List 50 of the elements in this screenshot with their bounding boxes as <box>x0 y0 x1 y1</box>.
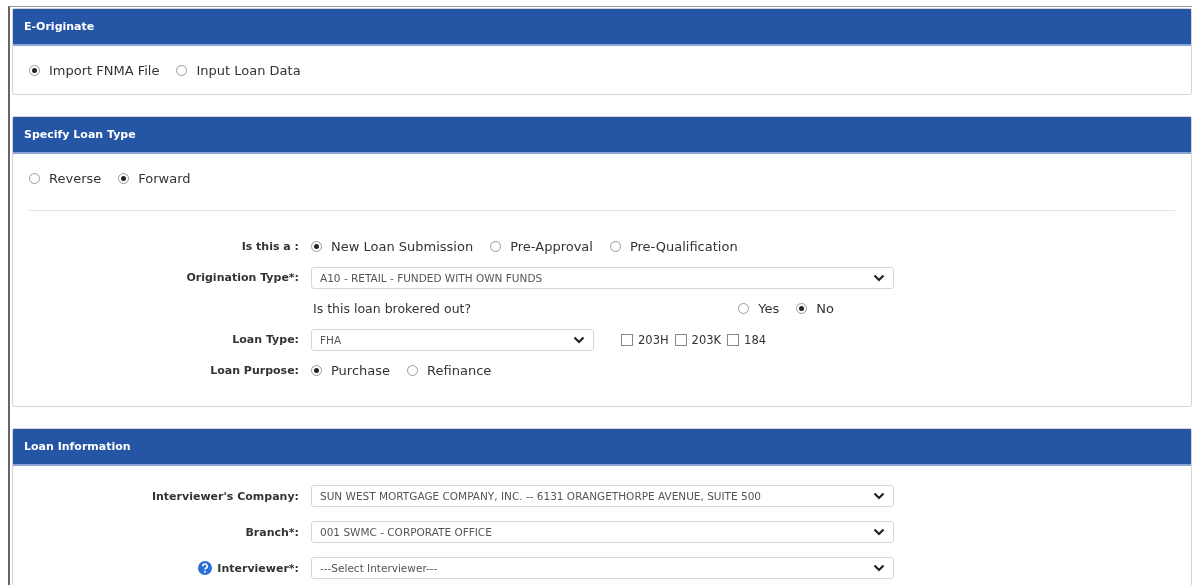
field-label: Is this a : <box>241 240 299 253</box>
radio-button[interactable] <box>29 172 40 184</box>
radio-label: New Loan Submission <box>331 239 474 254</box>
radio-button[interactable] <box>176 64 188 76</box>
radio-label: Pre-Approval <box>510 239 593 254</box>
radio-button[interactable] <box>490 241 502 252</box>
checkbox[interactable] <box>727 333 740 346</box>
radio-button[interactable] <box>738 303 750 314</box>
radio-label: Yes <box>758 301 780 316</box>
radio-label: No <box>816 301 834 316</box>
section-title: Loan Information <box>24 440 131 453</box>
field-label: Interviewer*: <box>217 561 299 575</box>
chevron-down-icon <box>873 564 885 572</box>
chevron-down-icon <box>873 273 885 282</box>
checkbox-label: 203H <box>638 332 669 347</box>
radio-button[interactable] <box>311 241 322 252</box>
field-label: Interviewer's Company: <box>151 489 299 503</box>
radio-label: Pre-Qualification <box>629 239 738 254</box>
radio-label: Forward <box>138 170 191 186</box>
checkbox[interactable] <box>621 333 633 346</box>
checkbox-label: 184 <box>744 332 767 347</box>
checkbox-label: 203K <box>691 332 722 347</box>
chevron-down-icon <box>873 492 885 500</box>
dropdown[interactable]: FHA <box>311 328 594 351</box>
radio-button[interactable] <box>407 365 419 376</box>
checkbox[interactable] <box>674 333 687 346</box>
radio-button[interactable] <box>311 365 322 376</box>
dropdown[interactable]: 001 SWMC - CORPORATE OFFICE <box>311 521 894 543</box>
radio-button[interactable] <box>118 172 130 184</box>
radio-label: Input Loan Data <box>196 62 301 78</box>
chevron-down-icon <box>873 528 885 536</box>
radio-button[interactable] <box>29 64 40 76</box>
help-icon[interactable] <box>198 561 213 575</box>
radio-button[interactable] <box>609 241 621 252</box>
field-label: Branch*: <box>245 525 299 539</box>
question-text: Is this loan brokered out? <box>313 301 472 316</box>
field-label: Loan Purpose: <box>210 364 299 377</box>
dropdown[interactable]: ---Select Interviewer--- <box>311 557 894 579</box>
field-label: Loan Type: <box>232 333 299 346</box>
radio-label: Import FNMA File <box>49 62 160 78</box>
radio-label: Purchase <box>331 363 391 378</box>
chevron-down-icon <box>573 335 585 344</box>
radio-label: Reverse <box>49 170 102 186</box>
radio-label: Refinance <box>427 363 492 378</box>
dropdown[interactable]: A10 - RETAIL - FUNDED WITH OWN FUNDS <box>311 266 894 289</box>
field-label: Origination Type*: <box>186 271 299 284</box>
section-title: E-Originate <box>24 20 95 33</box>
section-title: Specify Loan Type <box>24 128 136 141</box>
radio-button[interactable] <box>796 303 808 314</box>
dropdown[interactable]: SUN WEST MORTGAGE COMPANY, INC. -- 6131 ORANGETHORPE AVENUE, SUITE 500 <box>311 485 894 507</box>
